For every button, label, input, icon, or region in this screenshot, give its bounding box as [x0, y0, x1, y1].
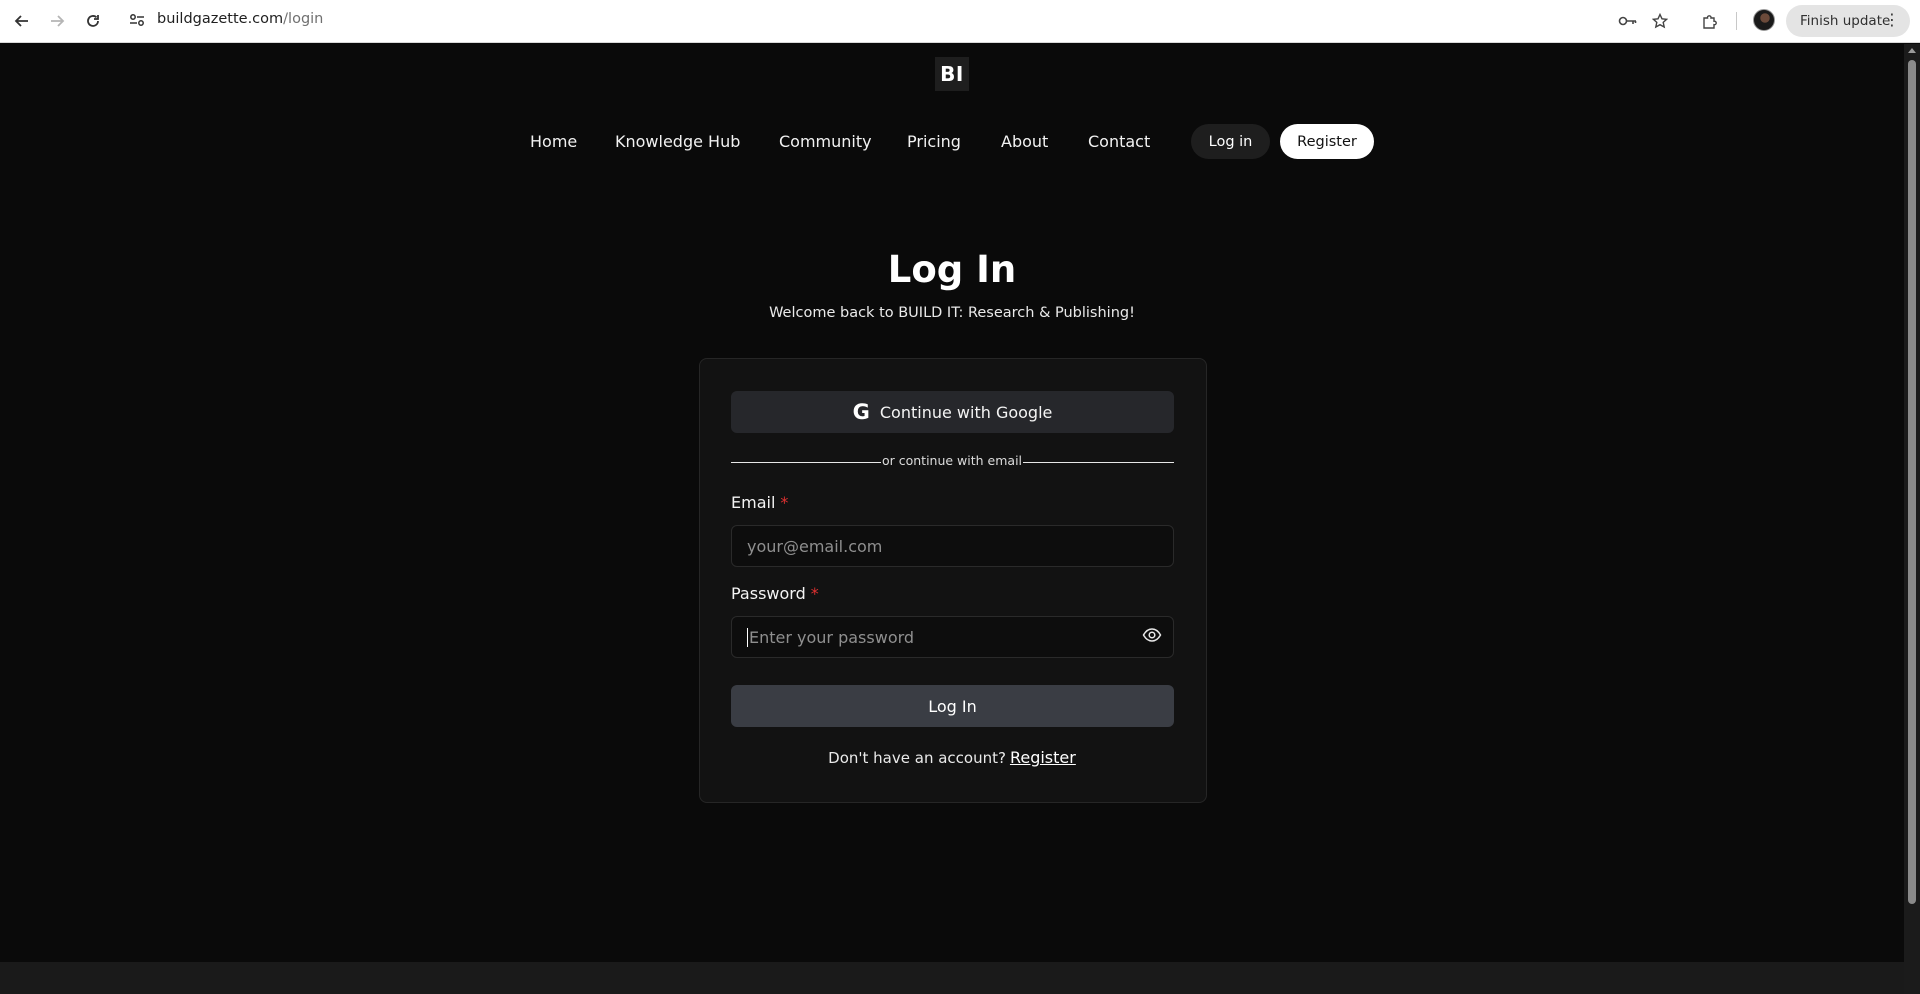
scrollbar-thumb[interactable] — [1908, 60, 1916, 904]
google-signin-label: Continue with Google — [879, 402, 1053, 422]
forward-arrow-icon[interactable] — [44, 8, 70, 34]
signup-prompt-text: Don't have an account? — [828, 749, 1006, 767]
star-icon[interactable] — [1648, 9, 1672, 33]
password-label-text: Password — [731, 584, 806, 603]
more-vert-icon[interactable]: ⋮ — [1884, 12, 1900, 28]
page-subtitle: Welcome back to BUILD IT: Research & Pub… — [769, 305, 1135, 321]
back-arrow-icon[interactable] — [9, 8, 35, 34]
finish-update-label: Finish update — [1800, 13, 1891, 29]
eye-icon[interactable] — [1142, 627, 1162, 643]
toolbar-separator — [1736, 12, 1737, 30]
password-label: Password * — [731, 584, 819, 603]
main-nav: Home Knowledge Hub Community Pricing Abo… — [0, 123, 1904, 163]
required-mark: * — [810, 584, 819, 603]
password-placeholder: Enter your password — [749, 627, 915, 647]
text-caret — [747, 627, 748, 647]
email-field[interactable]: your@email.com — [731, 525, 1174, 567]
login-submit-button[interactable]: Log In — [731, 685, 1174, 727]
address-bar[interactable]: buildgazette.com/login — [157, 11, 323, 27]
puzzle-icon[interactable] — [1698, 9, 1722, 33]
nav-knowledge-hub[interactable]: Knowledge Hub — [615, 132, 740, 151]
url-path: /login — [283, 11, 324, 27]
signup-prompt: Don't have an account? Register — [0, 748, 1904, 767]
reload-icon[interactable] — [80, 8, 106, 34]
email-label-text: Email — [731, 493, 776, 512]
url-domain: buildgazette.com — [157, 11, 284, 27]
page-scrollbar[interactable] — [1904, 44, 1920, 994]
required-mark: * — [780, 493, 789, 512]
key-icon[interactable] — [1616, 9, 1640, 33]
nav-contact[interactable]: Contact — [1088, 132, 1150, 151]
nav-pricing[interactable]: Pricing — [907, 132, 961, 151]
nav-community[interactable]: Community — [779, 132, 872, 151]
finish-update-button[interactable]: Finish update ⋮ — [1786, 5, 1910, 37]
profile-avatar[interactable] — [1753, 9, 1775, 31]
scroll-up-arrow-icon[interactable] — [1908, 48, 1916, 53]
browser-toolbar: buildgazette.com/login Finish update ⋮ — [0, 0, 1920, 43]
google-icon: G — [852, 400, 870, 424]
nav-home[interactable]: Home — [530, 132, 577, 151]
email-placeholder: your@email.com — [747, 536, 883, 556]
password-field[interactable]: Enter your password — [731, 616, 1174, 658]
page-title: Log In — [887, 248, 1017, 291]
nav-login-button[interactable]: Log in — [1191, 124, 1270, 159]
footer-strip — [0, 962, 1904, 994]
site-logo[interactable]: BI — [935, 57, 969, 91]
nav-about[interactable]: About — [1001, 132, 1048, 151]
google-signin-button[interactable]: G Continue with Google — [731, 391, 1174, 433]
register-link[interactable]: Register — [1010, 748, 1076, 767]
site-info-icon[interactable] — [126, 9, 148, 31]
nav-register-button[interactable]: Register — [1280, 124, 1374, 159]
divider-text: or continue with email — [881, 453, 1023, 468]
email-label: Email * — [731, 493, 788, 512]
